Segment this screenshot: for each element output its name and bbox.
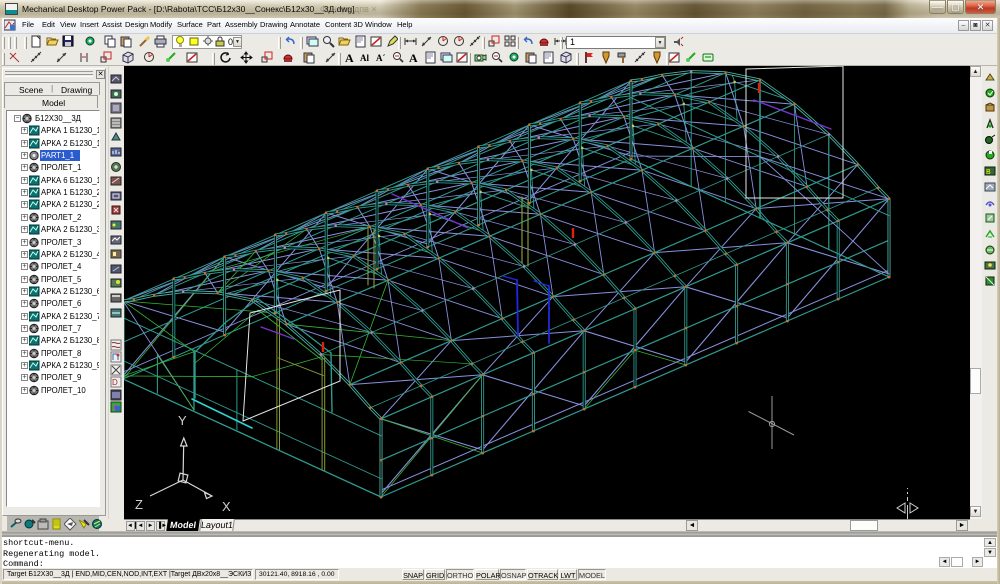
svg-text:Z: Z	[135, 497, 143, 512]
svg-text:D: D	[112, 378, 118, 387]
svg-text:A: A	[409, 51, 418, 64]
svg-text:Y: Y	[178, 413, 187, 428]
svg-text:Al: Al	[360, 53, 369, 63]
svg-text:X: X	[222, 499, 231, 514]
svg-text:B: B	[986, 169, 991, 176]
svg-text:A: A	[345, 51, 354, 64]
svg-text:A´: A´	[376, 53, 386, 63]
